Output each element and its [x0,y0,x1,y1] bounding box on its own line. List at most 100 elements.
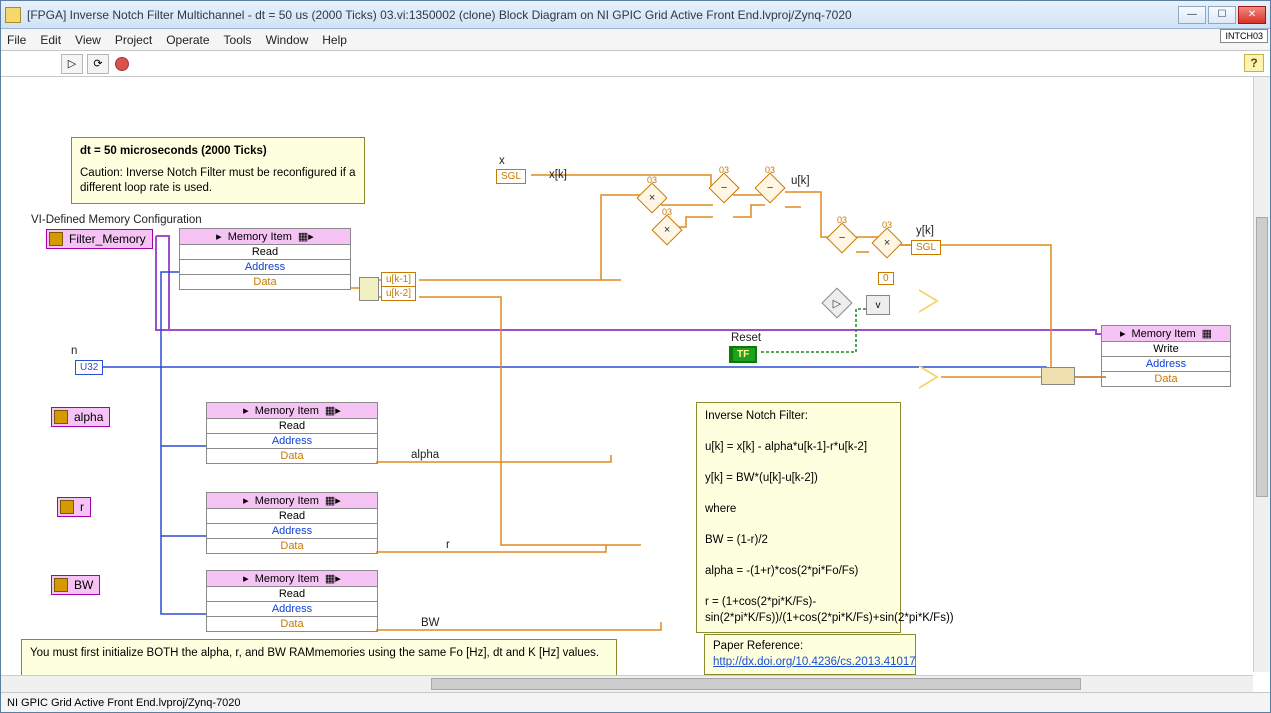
note-dt-body: Caution: Inverse Notch Filter must be re… [80,166,356,197]
wire-label-alpha: alpha [411,449,439,461]
terminal-alpha[interactable]: alpha [51,407,110,427]
menu-window[interactable]: Window [266,33,309,47]
note-dt: dt = 50 microseconds (2000 Ticks) Cautio… [71,137,365,204]
note-filter-math: Inverse Notch Filter: u[k] = x[k] - alph… [696,402,901,633]
window-controls: — ☐ ✕ [1178,6,1266,24]
subtract-node-1[interactable]: 03 − [713,177,735,199]
memory-address: Address [180,260,350,275]
label-n: n [71,345,77,357]
memory-read-filter[interactable]: ▸Memory Item▦▸ Read Address Data [179,228,351,290]
memory-write[interactable]: ▸Memory Item▦ Write Address Data [1101,325,1231,387]
memory-title: Memory Item [255,405,319,417]
context-tag: INTCH03 [1220,29,1268,43]
memory-data: Data [207,617,377,631]
context-help-button[interactable]: ? [1244,54,1264,72]
memory-op: Read [207,419,377,434]
memory-op: Read [207,587,377,602]
select-tri-1[interactable] [919,289,939,313]
menu-view[interactable]: View [75,33,101,47]
block-diagram-canvas[interactable]: dt = 50 microseconds (2000 Ticks) Cautio… [1,77,1270,692]
menu-file[interactable]: File [7,33,26,47]
menubar: File Edit View Project Operate Tools Win… [1,29,1270,51]
wire-label-r: r [446,539,450,551]
constant-n-type[interactable]: U32 [75,360,103,375]
maximize-button[interactable]: ☐ [1208,6,1236,24]
menu-edit[interactable]: Edit [40,33,61,47]
label-uk1: u[k-1] [382,273,415,287]
run-button[interactable]: ▷ [61,54,83,74]
close-button[interactable]: ✕ [1238,6,1266,24]
select-tri-2[interactable] [919,365,939,389]
paper-ref-link[interactable]: http://dx.doi.org/10.4236/cs.2013.41017 [713,656,916,668]
label-reset: Reset [731,332,761,344]
multiply-node-2[interactable]: 03 × [656,219,678,241]
control-reset[interactable]: TF [729,346,757,363]
terminal-r[interactable]: r [57,497,91,517]
memory-address: Address [207,434,377,449]
menu-tools[interactable]: Tools [224,33,252,47]
memory-address: Address [207,524,377,539]
paper-ref-label: Paper Reference: [713,639,907,655]
memory-data: Data [180,275,350,289]
memory-title: Memory Item [255,573,319,585]
memory-read-r[interactable]: ▸Memory Item▦▸ Read Address Data [206,492,378,554]
terminal-label: BW [74,578,93,592]
indicator-yk-type[interactable]: SGL [911,240,941,255]
label-vi-cfg: VI-Defined Memory Configuration [31,214,202,226]
scroll-thumb[interactable] [431,678,1081,690]
memory-op: Write [1102,342,1230,357]
memory-address: Address [1102,357,1230,372]
memory-address: Address [207,602,377,617]
label-uk2: u[k-2] [382,287,415,300]
terminal-label: r [80,500,84,514]
memory-data: Data [1102,372,1230,386]
memory-op: Read [207,509,377,524]
array-index-uk[interactable]: u[k-1] u[k-2] [381,272,416,301]
scrollbar-horizontal[interactable] [1,675,1253,692]
menu-operate[interactable]: Operate [166,33,209,47]
window-frame: [FPGA] Inverse Notch Filter Multichannel… [0,0,1271,713]
menu-help[interactable]: Help [322,33,347,47]
memory-data: Data [207,539,377,553]
multiply-node-1[interactable]: 03 × [641,187,663,209]
constant-x-type[interactable]: SGL [496,169,526,184]
memory-data: Data [207,449,377,463]
scrollbar-vertical[interactable] [1253,77,1270,672]
terminal-label: Filter_Memory [69,232,146,246]
memory-icon [54,410,68,424]
subtract-node-3[interactable]: 03 − [831,227,853,249]
wire-label-bw: BW [421,617,440,629]
label-uk: u[k] [791,175,810,187]
minimize-button[interactable]: — [1178,6,1206,24]
status-path: NI GPIC Grid Active Front End.lvproj/Zyn… [7,697,241,709]
memory-icon [49,232,63,246]
scroll-thumb[interactable] [1256,217,1268,497]
memory-icon [60,500,74,514]
terminal-bw[interactable]: BW [51,575,100,595]
note-paper-ref: Paper Reference: http://dx.doi.org/10.42… [704,634,916,675]
menu-project[interactable]: Project [115,33,152,47]
index-array-node[interactable] [359,277,379,301]
terminal-filter-memory[interactable]: Filter_Memory [46,229,153,249]
label-xk: x[k] [549,169,567,181]
memory-read-bw[interactable]: ▸Memory Item▦▸ Read Address Data [206,570,378,632]
toolbar: ▷ ⟳ ? [1,51,1270,77]
abort-button[interactable] [115,57,129,71]
constant-zero[interactable]: 0 [878,272,894,285]
terminal-label: alpha [74,410,103,424]
window-title: [FPGA] Inverse Notch Filter Multichannel… [27,8,1178,22]
label-x: x [499,155,505,167]
compare-node[interactable]: ▷ [826,292,848,314]
select-node-1[interactable]: v [866,295,890,315]
multiply-node-3[interactable]: 03 × [876,232,898,254]
statusbar: NI GPIC Grid Active Front End.lvproj/Zyn… [1,692,1270,712]
memory-op: Read [180,245,350,260]
memory-title: Memory Item [255,495,319,507]
run-continuous-button[interactable]: ⟳ [87,54,109,74]
subtract-node-2[interactable]: 03 − [759,177,781,199]
titlebar: [FPGA] Inverse Notch Filter Multichannel… [1,1,1270,29]
label-yk: y[k] [916,225,934,237]
build-array-node[interactable] [1041,367,1075,385]
memory-title: Memory Item [1131,328,1195,340]
memory-read-alpha[interactable]: ▸Memory Item▦▸ Read Address Data [206,402,378,464]
